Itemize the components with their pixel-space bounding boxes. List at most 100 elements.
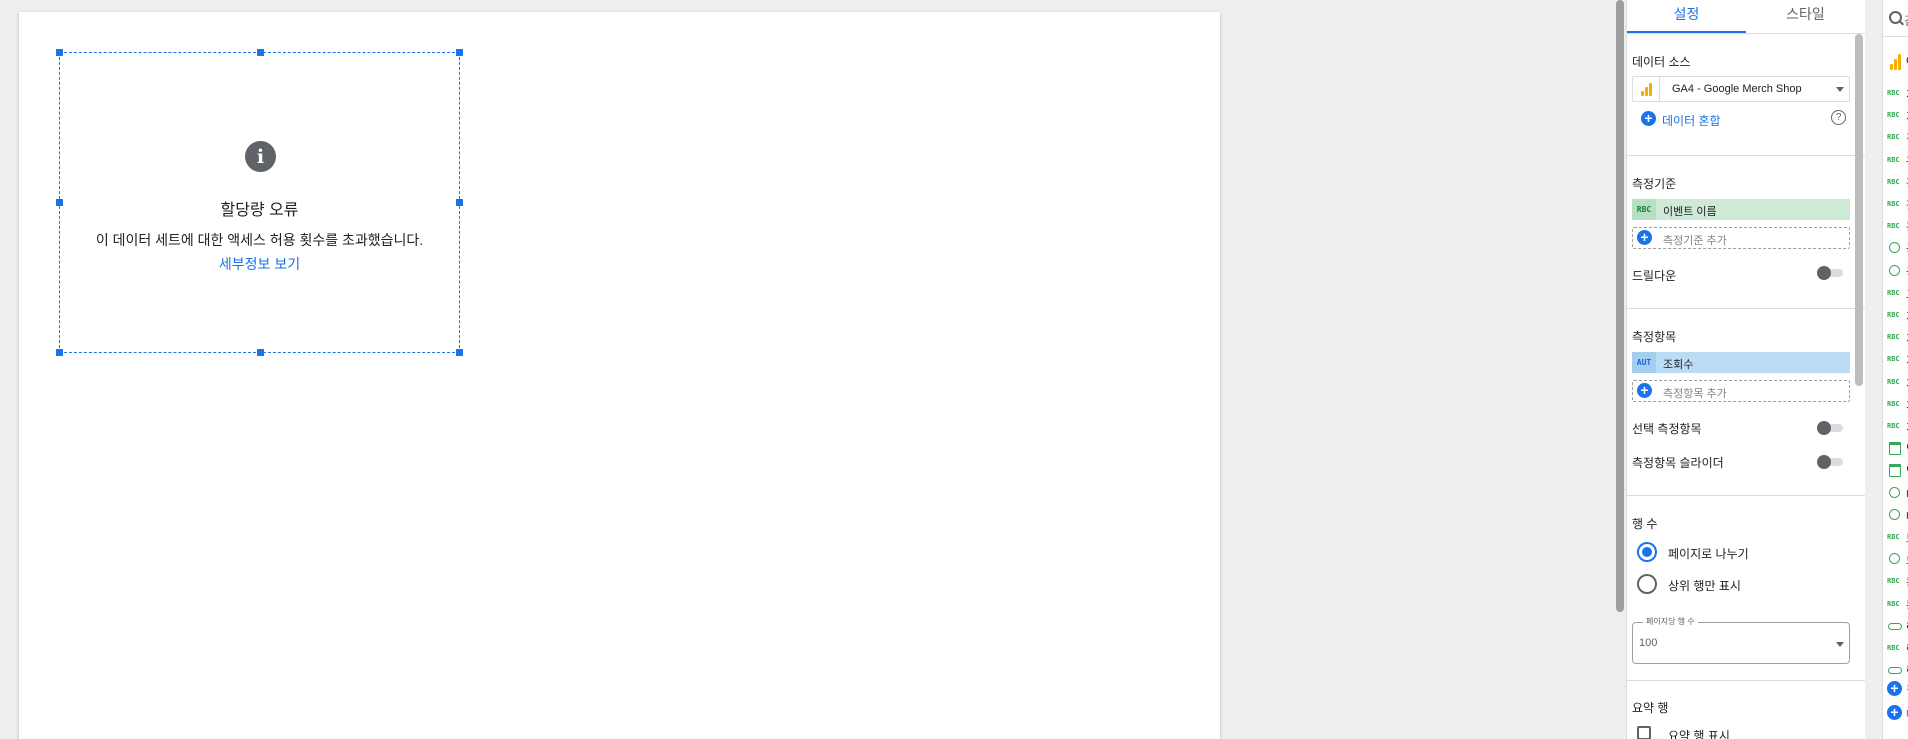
data-source-name: GA4 - Google Merch Shop [1672,83,1802,95]
text-type-icon: RBC [1887,422,1900,430]
add-dimension-button[interactable]: + 측정기준 추가 [1632,227,1850,249]
field-item[interactable]: RBC기 [1883,350,1908,368]
field-search-placeholder: 검 [1904,12,1908,29]
drilldown-label: 드릴다운 [1632,269,1677,283]
data-fields-panel: 검 G RBC가RBC기RBC검RBC관RBC광RBC광RBC광국국RBC그RB… [1882,0,1908,739]
text-type-icon: RBC [1887,177,1900,186]
metric-title: 측정항목 [1632,330,1677,344]
field-item[interactable]: 국 [1883,239,1908,257]
field-item[interactable]: RBC기 [1883,328,1908,346]
field-item[interactable]: RBC기 [1883,395,1908,413]
field-item[interactable]: 국 [1883,262,1908,280]
optional-metrics-label: 선택 측정항목 [1632,422,1702,436]
field-item[interactable]: RBC동 [1883,595,1908,613]
properties-panel: 설정 스타일 데이터 소스 GA4 - Google Merch Shop + … [1626,0,1865,739]
calendar-icon [1889,442,1901,456]
text-type-icon: RBC [1887,288,1900,297]
summary-row-label: 요약 행 표시 [1668,729,1730,739]
field-item[interactable]: RBC도 [1883,528,1908,546]
text-type-icon: RBC [1887,311,1900,319]
field-item[interactable]: 대 [1883,506,1908,524]
chevron-down-icon [1836,87,1844,92]
top-rows-label: 상위 행만 표시 [1668,579,1741,593]
divider [1627,155,1865,156]
globe-icon [1889,508,1900,520]
text-type-icon: RBC [1887,577,1900,586]
field-item[interactable]: 도 [1883,550,1908,568]
text-type-icon: RBC [1887,155,1900,164]
field-item[interactable]: RBC기 [1883,373,1908,391]
resize-handle-bottom-right[interactable] [456,349,463,356]
resize-handle-bottom-left[interactable] [56,349,63,356]
text-type-icon: RBC [1887,644,1900,652]
panel-scrollbar[interactable] [1855,34,1863,386]
text-type-icon: RBC [1887,355,1900,364]
resize-handle-top-left[interactable] [56,49,63,56]
help-icon[interactable]: ? [1831,110,1846,125]
field-item[interactable]: 날 [1883,439,1908,457]
data-source-select[interactable]: GA4 - Google Merch Shop [1632,76,1850,102]
text-type-icon: RBC [1887,533,1900,541]
text-type-icon: RBC [1887,133,1900,142]
add-field-button[interactable]: 필 [1883,680,1908,698]
add-circle-icon: + [1637,383,1652,398]
text-type-icon: RBC [1887,222,1900,231]
field-item[interactable]: RBC광 [1883,217,1908,235]
text-type-icon: RBC [1887,599,1900,608]
field-item[interactable]: RBC기 [1883,106,1908,124]
rows-per-page-legend: 페이지당 행 수 [1643,616,1698,627]
text-type-icon: RBC [1632,199,1656,220]
metric-chip-label: 조회수 [1663,359,1694,371]
report-canvas[interactable]: i 할당량 오류 이 데이터 세트에 대한 액세스 허용 횟수를 초과했습니다.… [19,12,1220,739]
chevron-down-icon [1836,642,1844,647]
field-item[interactable]: RBC광 [1883,173,1908,191]
globe-icon [1889,242,1900,254]
metric-sliders-toggle[interactable] [1817,455,1843,469]
rows-title: 행 수 [1632,517,1658,531]
field-item[interactable]: RBC광 [1883,195,1908,213]
info-icon: i [245,141,276,172]
data-source-title: 데이터 소스 [1632,55,1691,69]
paginate-radio[interactable] [1637,542,1657,562]
link-icon [1888,667,1902,675]
field-item[interactable]: 링 [1883,661,1908,679]
resize-handle-top[interactable] [257,49,264,56]
field-item[interactable]: RBC검 [1883,128,1908,146]
field-item[interactable]: RBC관 [1883,151,1908,169]
metric-chip[interactable]: AUT 조회수 [1632,352,1850,373]
divider [1627,495,1865,496]
field-item[interactable]: RBC동 [1883,572,1908,590]
dimension-title: 측정기준 [1632,177,1677,191]
top-rows-radio[interactable] [1637,574,1657,594]
field-item[interactable]: RBC랭 [1883,639,1908,657]
tab-style[interactable]: 스타일 [1746,0,1865,31]
dimension-chip[interactable]: RBC 이벤트 이름 [1632,199,1850,220]
blend-data-button[interactable]: 데이터 혼합 [1662,112,1721,129]
dimension-chip-label: 이벤트 이름 [1663,206,1717,218]
field-item[interactable]: 대 [1883,484,1908,502]
add-metric-button[interactable]: + 측정항목 추가 [1632,380,1850,402]
view-details-link[interactable]: 세부정보 보기 [60,254,459,274]
field-search[interactable]: 검 [1883,0,1908,37]
resize-handle-bottom[interactable] [257,349,264,356]
table-chart-error-box[interactable]: i 할당량 오류 이 데이터 세트에 대한 액세스 허용 횟수를 초과했습니다.… [56,49,463,356]
text-type-icon: RBC [1887,200,1900,208]
field-item[interactable]: RBC기 [1883,306,1908,324]
field-item[interactable]: 날 [1883,461,1908,479]
optional-metrics-toggle[interactable] [1817,421,1843,435]
resize-handle-top-right[interactable] [456,49,463,56]
add-circle-icon[interactable]: + [1641,111,1656,126]
field-item[interactable]: RBC가 [1883,84,1908,102]
drilldown-toggle[interactable] [1817,266,1843,280]
field-item[interactable]: 랜 [1883,617,1908,635]
field-item[interactable]: RBC그 [1883,284,1908,302]
add-dimension-label: 측정기준 추가 [1663,235,1727,247]
add-parameter-button[interactable]: 매 [1883,704,1908,722]
tab-setup[interactable]: 설정 [1627,0,1746,33]
field-item[interactable]: RBC기 [1883,417,1908,435]
summary-row-checkbox[interactable] [1637,726,1651,739]
text-type-icon: RBC [1887,111,1900,120]
canvas-scrollbar[interactable] [1616,0,1624,612]
rows-per-page-select[interactable]: 페이지당 행 수 100 [1632,616,1850,664]
globe-icon [1889,553,1900,565]
